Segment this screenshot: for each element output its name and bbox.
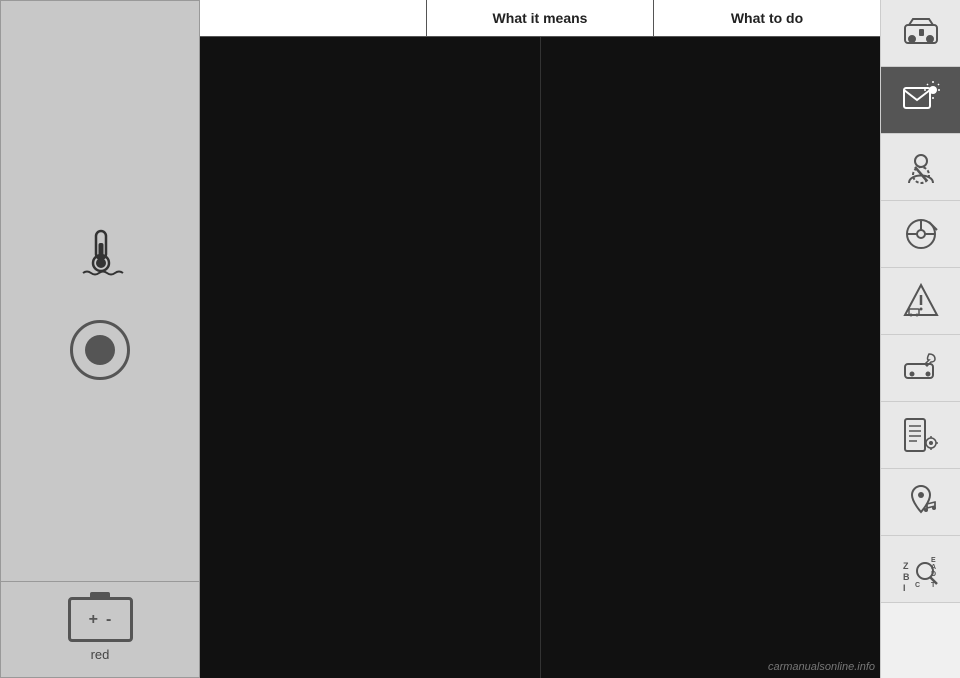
content-body <box>200 37 880 678</box>
header-col1 <box>200 0 427 36</box>
nav-item-media[interactable] <box>881 469 960 536</box>
icon-panel-bottom: + - red <box>1 581 199 667</box>
neutral-icon <box>70 320 130 380</box>
nav-item-settings[interactable] <box>881 402 960 469</box>
nav-item-controls[interactable] <box>881 201 960 268</box>
icon-panel: + - red <box>0 0 200 678</box>
right-sidebar: Z B I E A D C T <box>880 0 960 678</box>
nav-item-breakdown[interactable] <box>881 268 960 335</box>
header-col2: What it means <box>427 0 654 36</box>
nav-item-car-info[interactable] <box>881 0 960 67</box>
what-to-do-col <box>541 37 881 678</box>
battery-color-label: red <box>91 647 110 662</box>
nav-item-safety[interactable] <box>881 134 960 201</box>
nav-item-warning-lights[interactable] <box>881 67 960 134</box>
svg-text:I: I <box>903 583 906 591</box>
icon-panel-top <box>70 21 130 581</box>
svg-text:B: B <box>903 572 910 582</box>
svg-text:T: T <box>931 582 936 589</box>
svg-text:D: D <box>931 571 936 578</box>
content-area: What it means What to do <box>200 0 880 678</box>
svg-text:Z: Z <box>903 561 909 571</box>
coolant-temp-icon <box>73 223 128 290</box>
svg-text:C: C <box>915 582 920 589</box>
battery-terminals: + - <box>89 611 112 629</box>
header-row: What it means What to do <box>200 0 880 37</box>
nav-item-maintenance[interactable] <box>881 335 960 402</box>
what-it-means-col <box>200 37 541 678</box>
svg-text:E: E <box>931 557 936 564</box>
svg-text:A: A <box>931 564 936 571</box>
battery-icon: + - <box>68 597 133 642</box>
watermark: carmanualsonline.info <box>768 661 875 673</box>
nav-item-index[interactable]: Z B I E A D C T <box>881 536 960 603</box>
battery-plus: + <box>89 611 98 629</box>
circle-inner <box>85 335 115 365</box>
header-col3: What to do <box>654 0 880 36</box>
main-layout: + - red What it means What to do <box>0 0 960 678</box>
battery-minus: - <box>106 611 111 629</box>
